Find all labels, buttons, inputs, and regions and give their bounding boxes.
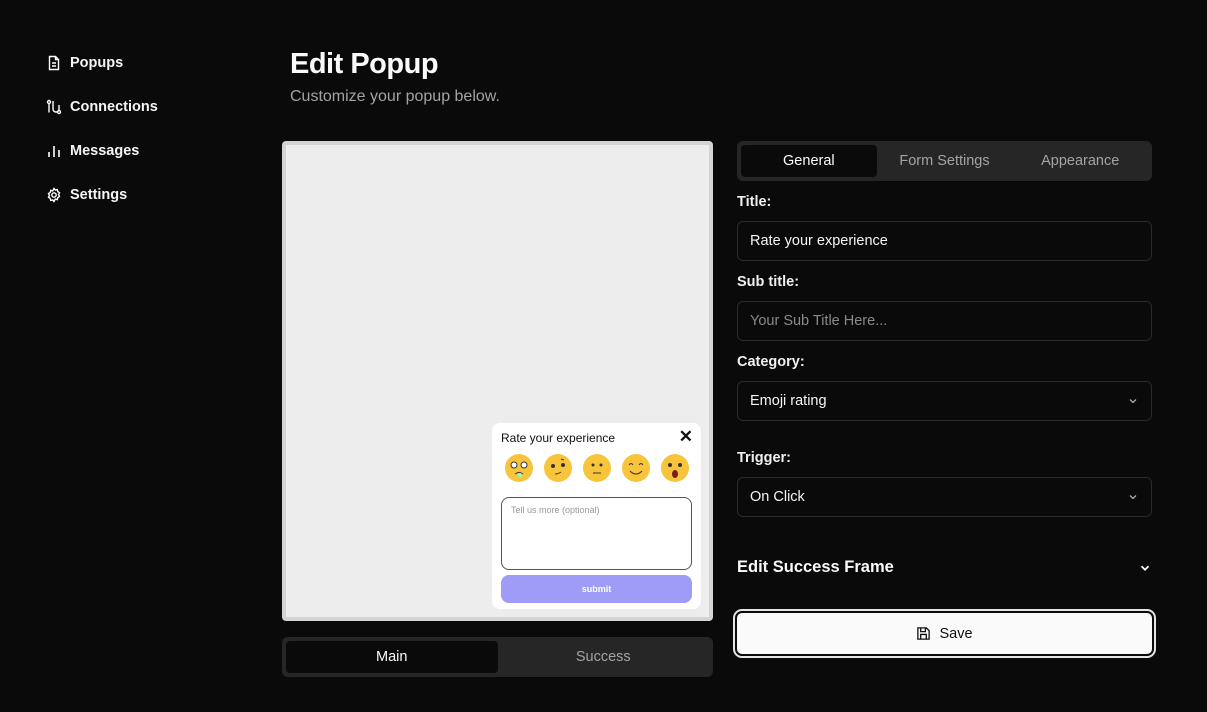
shocked-face-icon[interactable] bbox=[660, 453, 690, 483]
popup-card: Rate your experience ✕ Tell us more (opt… bbox=[492, 423, 701, 609]
category-label: Category: bbox=[737, 354, 805, 370]
save-label: Save bbox=[939, 625, 973, 642]
tab-form-settings[interactable]: Form Settings bbox=[877, 145, 1013, 177]
neutral-face-icon[interactable] bbox=[582, 453, 612, 483]
submit-button[interactable]: submit bbox=[501, 575, 692, 603]
subtitle-placeholder: Your Sub Title Here... bbox=[750, 313, 888, 329]
subtitle-label: Sub title: bbox=[737, 274, 800, 290]
category-value: Emoji rating bbox=[750, 393, 827, 409]
popup-preview: Rate your experience ✕ Tell us more (opt… bbox=[282, 141, 713, 621]
sidebar: Popups Connections Messages Settings bbox=[46, 52, 158, 228]
smirk-face-icon[interactable] bbox=[543, 453, 573, 483]
preview-tabs: Main Success bbox=[282, 637, 713, 677]
trigger-label: Trigger: bbox=[737, 450, 791, 466]
file-text-icon bbox=[48, 55, 60, 71]
smiling-face-icon[interactable] bbox=[621, 453, 651, 483]
category-select[interactable]: Emoji rating bbox=[737, 381, 1152, 421]
sidebar-item-popups[interactable]: Popups bbox=[46, 52, 158, 74]
route-icon bbox=[46, 99, 62, 115]
tab-general[interactable]: General bbox=[741, 145, 877, 177]
title-label: Title: bbox=[737, 194, 772, 210]
gear-icon bbox=[47, 187, 61, 203]
sidebar-item-label: Connections bbox=[70, 99, 158, 115]
popup-title: Rate your experience bbox=[501, 431, 616, 445]
title-value: Rate your experience bbox=[750, 233, 888, 249]
form-tabs: General Form Settings Appearance bbox=[737, 141, 1152, 181]
close-icon[interactable]: ✕ bbox=[679, 427, 693, 447]
chevron-down-icon bbox=[1129, 495, 1137, 500]
crying-face-icon[interactable] bbox=[504, 453, 534, 483]
trigger-select[interactable]: On Click bbox=[737, 477, 1152, 517]
trigger-value: On Click bbox=[750, 489, 805, 505]
save-icon bbox=[917, 627, 931, 640]
chevron-down-icon bbox=[1140, 565, 1150, 571]
page-subtitle: Customize your popup below. bbox=[290, 88, 500, 105]
subtitle-input[interactable]: Your Sub Title Here... bbox=[737, 301, 1152, 341]
edit-success-frame-toggle[interactable]: Edit Success Frame bbox=[737, 558, 1152, 577]
sidebar-item-label: Settings bbox=[70, 187, 128, 203]
success-frame-label: Edit Success Frame bbox=[737, 558, 894, 576]
page-title: Edit Popup bbox=[290, 48, 439, 80]
tab-success[interactable]: Success bbox=[498, 641, 710, 673]
sidebar-item-messages[interactable]: Messages bbox=[46, 140, 158, 162]
tab-main[interactable]: Main bbox=[286, 641, 498, 673]
bar-chart-icon bbox=[48, 146, 60, 157]
chevron-down-icon bbox=[1129, 399, 1137, 404]
feedback-textarea[interactable]: Tell us more (optional) bbox=[501, 497, 692, 570]
emoji-row bbox=[504, 453, 690, 483]
sidebar-item-label: Messages bbox=[70, 143, 140, 159]
save-button[interactable]: Save bbox=[733, 609, 1156, 658]
sidebar-item-settings[interactable]: Settings bbox=[46, 184, 158, 206]
sidebar-item-connections[interactable]: Connections bbox=[46, 96, 158, 118]
title-input[interactable]: Rate your experience bbox=[737, 221, 1152, 261]
sidebar-item-label: Popups bbox=[70, 55, 124, 71]
tab-appearance[interactable]: Appearance bbox=[1012, 145, 1148, 177]
